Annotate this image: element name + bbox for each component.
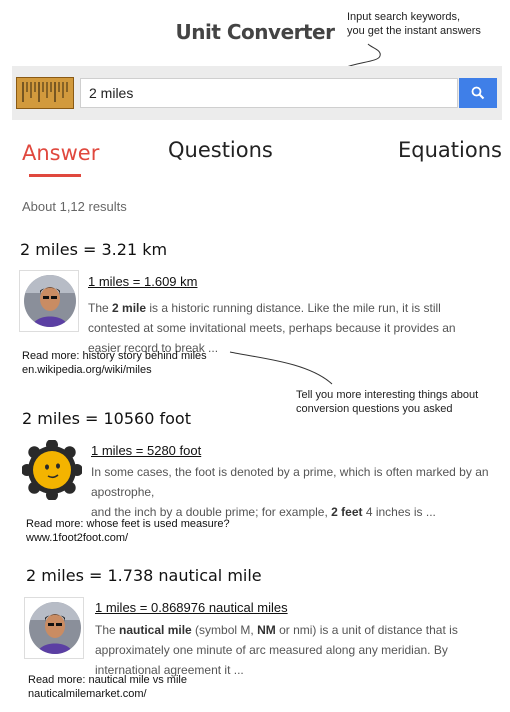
snippet-text: The <box>95 623 120 637</box>
search-hint-annotation: Input search keywords, you get the insta… <box>347 10 481 38</box>
search-hint-line1: Input search keywords, <box>347 11 461 23</box>
source-url[interactable]: nauticalmilemarket.com/ <box>28 688 147 700</box>
result-thumbnail <box>24 597 84 659</box>
read-more: Read more: nautical mile vs mile nautica… <box>28 673 187 701</box>
source-url[interactable]: www.1foot2foot.com/ <box>26 532 128 544</box>
tab-questions[interactable]: Questions <box>168 138 273 162</box>
read-more-link[interactable]: Read more: history story behind miles <box>22 350 207 362</box>
results-count: About 1,12 results <box>22 199 127 214</box>
avatar <box>24 275 76 327</box>
snippet-bold: 2 mile <box>112 301 147 315</box>
snippet-text: (symbol M, <box>191 623 258 637</box>
avatar <box>29 602 81 654</box>
read-more: Read more: whose feet is used measure? w… <box>26 517 230 545</box>
read-more: Read more: history story behind miles en… <box>22 349 207 377</box>
answer-heading: 2 miles = 3.21 km <box>20 240 168 259</box>
snippet-bold: 2 feet <box>331 505 363 519</box>
snippet-bold: nautical mile <box>119 623 192 637</box>
read-more-link[interactable]: Read more: nautical mile vs mile <box>28 674 187 686</box>
result-snippet: The nautical mile (symbol M, NM or nmi) … <box>95 620 480 680</box>
snippet-text: 4 inches is ... <box>362 505 436 519</box>
snippet-text: In some cases, the foot is denoted by a … <box>91 465 489 499</box>
result-snippet: In some cases, the foot is denoted by a … <box>91 462 491 522</box>
annotation-arrow-line <box>229 351 333 385</box>
result-link[interactable]: 1 miles = 5280 foot <box>91 443 201 458</box>
snippet-bold: NM <box>257 623 276 637</box>
result-link[interactable]: 1 miles = 0.868976 nautical miles <box>95 600 288 615</box>
more-info-line2: conversion questions you asked <box>296 403 453 415</box>
ruler-icon <box>16 77 74 109</box>
tab-active-indicator <box>29 174 81 177</box>
search-input[interactable] <box>80 78 458 108</box>
tab-answer[interactable]: Answer <box>22 141 99 165</box>
result-thumbnail <box>19 270 79 332</box>
search-icon <box>471 86 485 100</box>
answer-heading: 2 miles = 1.738 nautical mile <box>26 566 262 585</box>
source-url[interactable]: en.wikipedia.org/wiki/miles <box>22 364 152 376</box>
result-link[interactable]: 1 miles = 1.609 km <box>88 274 197 289</box>
search-hint-line2: you get the instant answers <box>347 25 481 37</box>
snippet-text: The <box>88 301 113 315</box>
search-button[interactable] <box>459 78 497 108</box>
answer-heading: 2 miles = 10560 foot <box>22 409 191 428</box>
smiley-icon <box>21 439 83 501</box>
read-more-link[interactable]: Read more: whose feet is used measure? <box>26 518 230 530</box>
tab-equations[interactable]: Equations <box>398 138 502 162</box>
more-info-annotation: Tell you more interesting things about c… <box>296 388 478 416</box>
more-info-line1: Tell you more interesting things about <box>296 389 479 401</box>
